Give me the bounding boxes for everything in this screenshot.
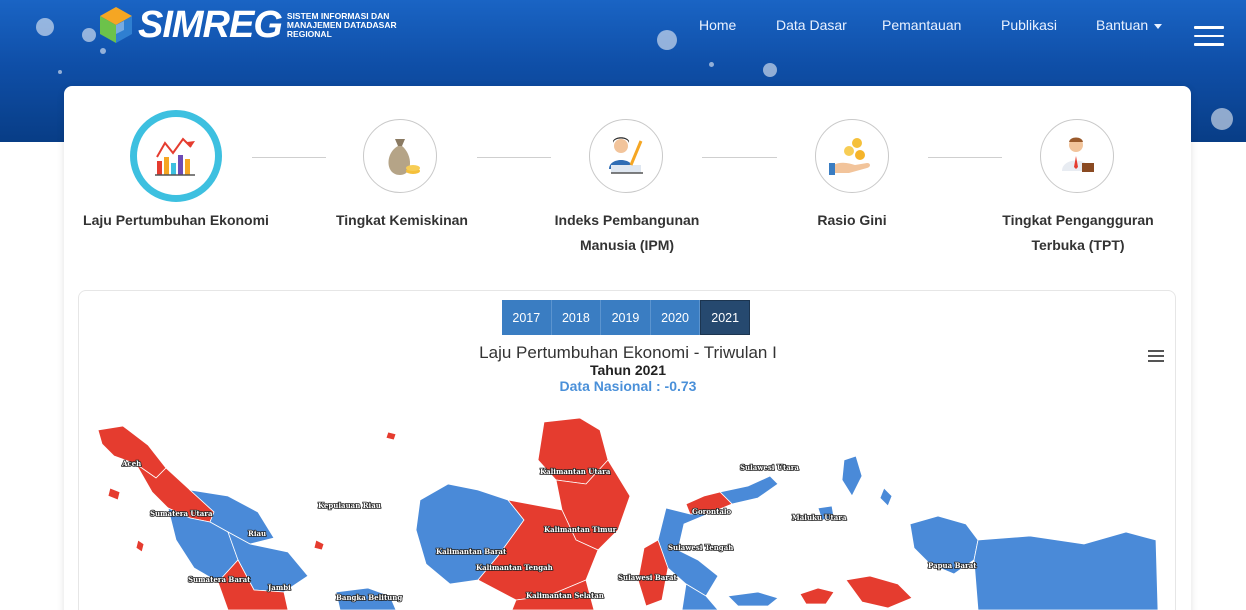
label-gorontalo: Gorontalo xyxy=(692,507,732,516)
label-papua-barat: Papua Barat xyxy=(928,561,977,570)
indicator-label-ipm[interactable]: Indeks Pembangunan Manusia (IPM) xyxy=(537,208,717,258)
decor-bubble xyxy=(1211,108,1233,130)
region-maluku-utara[interactable] xyxy=(817,455,893,521)
label-kalimantan-barat: Kalimantan Barat xyxy=(436,547,507,556)
chart-menu-icon[interactable] xyxy=(1148,350,1164,363)
nav-data-dasar[interactable]: Data Dasar xyxy=(776,17,847,33)
label-maluku-utara: Maluku Utara xyxy=(792,513,847,522)
tab-year-2019[interactable]: 2019 xyxy=(601,300,651,335)
decor-bubble xyxy=(657,30,677,50)
chart-title: Laju Pertumbuhan Ekonomi - Triwulan I xyxy=(479,343,777,362)
label-kalimantan-tengah: Kalimantan Tengah xyxy=(476,563,553,572)
nav-pemantauan[interactable]: Pemantauan xyxy=(882,17,961,33)
year-tabs: 2017 2018 2019 2020 2021 xyxy=(502,300,750,335)
indicator-tpt[interactable] xyxy=(1040,119,1114,193)
brand-name: SIMREG xyxy=(138,4,283,46)
indicator-label-gini[interactable]: Rasio Gini xyxy=(752,208,952,233)
connector-line xyxy=(252,157,326,158)
decor-bubble xyxy=(763,63,777,77)
region-sulawesi-utara[interactable] xyxy=(719,475,779,505)
region-sulawesi-tengah[interactable] xyxy=(657,507,719,597)
label-sumatera-utara: Sumatera Utara xyxy=(150,509,213,518)
chevron-down-icon xyxy=(1154,23,1163,29)
region-maluku[interactable] xyxy=(799,575,913,609)
label-kepulauan-riau: Kepulauan Riau xyxy=(318,501,381,510)
hamburger-icon[interactable] xyxy=(1194,26,1224,46)
indicator-label-kemiskinan[interactable]: Tingkat Kemiskinan xyxy=(302,208,502,233)
label-kalimantan-timur: Kalimantan Timur xyxy=(544,525,617,534)
label-jambi: Jambi xyxy=(267,583,291,592)
region-nusa-tenggara[interactable] xyxy=(727,591,779,607)
tab-year-2021[interactable]: 2021 xyxy=(700,300,750,335)
label-sulawesi-tengah: Sulawesi Tengah xyxy=(668,543,733,552)
indicator-laju-pertumbuhan[interactable] xyxy=(130,110,222,202)
indicator-label-laju[interactable]: Laju Pertumbuhan Ekonomi xyxy=(76,208,276,233)
decor-bubble xyxy=(709,62,714,67)
logo-cube-icon xyxy=(100,7,132,43)
person-writing-icon xyxy=(609,137,643,174)
tab-year-2017[interactable]: 2017 xyxy=(502,300,552,335)
label-riau: Riau xyxy=(248,529,266,538)
connector-line xyxy=(477,157,551,158)
label-sulawesi-barat: Sulawesi Barat xyxy=(618,573,678,582)
connector-line xyxy=(702,157,777,158)
indicator-label-tpt[interactable]: Tingkat Pengangguran Terbuka (TPT) xyxy=(994,208,1162,258)
nav-home[interactable]: Home xyxy=(699,17,736,33)
indicator-ipm[interactable] xyxy=(589,119,663,193)
brand-subtitle: SISTEM INFORMASI DAN MANAJEMEN DATADASAR… xyxy=(286,10,397,39)
decor-bubble xyxy=(36,18,54,36)
nav-bantuan[interactable]: Bantuan xyxy=(1096,17,1163,33)
indicator-kemiskinan[interactable] xyxy=(363,119,437,193)
brand-logo[interactable]: SIMREG SISTEM INFORMASI DAN MANAJEMEN DA… xyxy=(98,4,407,46)
region-aceh[interactable] xyxy=(97,425,167,479)
decor-bubble xyxy=(58,70,62,74)
decor-bubble xyxy=(82,28,96,42)
tab-year-2020[interactable]: 2020 xyxy=(650,300,701,335)
chart-national-value: Data Nasional : -0.73 xyxy=(559,378,697,394)
connector-line xyxy=(928,157,1002,158)
label-bangka-belitung: Bangka Belitung xyxy=(336,593,402,602)
label-aceh: Aceh xyxy=(121,459,141,468)
indonesia-map: Aceh Sumatera Utara Kepulauan Riau Riau … xyxy=(97,417,1159,610)
label-sulawesi-utara: Sulawesi Utara xyxy=(740,463,799,472)
label-kalimantan-utara: Kalimantan Utara xyxy=(540,467,611,476)
decor-bubble xyxy=(100,48,106,54)
money-bag-icon xyxy=(388,139,420,175)
worker-icon xyxy=(1062,137,1094,172)
label-sumatera-barat: Sumatera Barat xyxy=(188,575,251,584)
nav-bantuan-label: Bantuan xyxy=(1096,17,1149,33)
chart-subtitle: Tahun 2021 xyxy=(590,362,666,378)
tab-year-2018[interactable]: 2018 xyxy=(551,300,602,335)
region-papua[interactable] xyxy=(973,531,1159,610)
hand-coins-icon xyxy=(829,138,870,175)
region-kepri[interactable] xyxy=(313,431,397,551)
nav-publikasi[interactable]: Publikasi xyxy=(1001,17,1057,33)
label-kalimantan-selatan: Kalimantan Selatan xyxy=(526,591,604,600)
growth-chart-icon xyxy=(155,137,195,176)
region-islands-nias[interactable] xyxy=(107,487,145,553)
indicator-rasio-gini[interactable] xyxy=(815,119,889,193)
